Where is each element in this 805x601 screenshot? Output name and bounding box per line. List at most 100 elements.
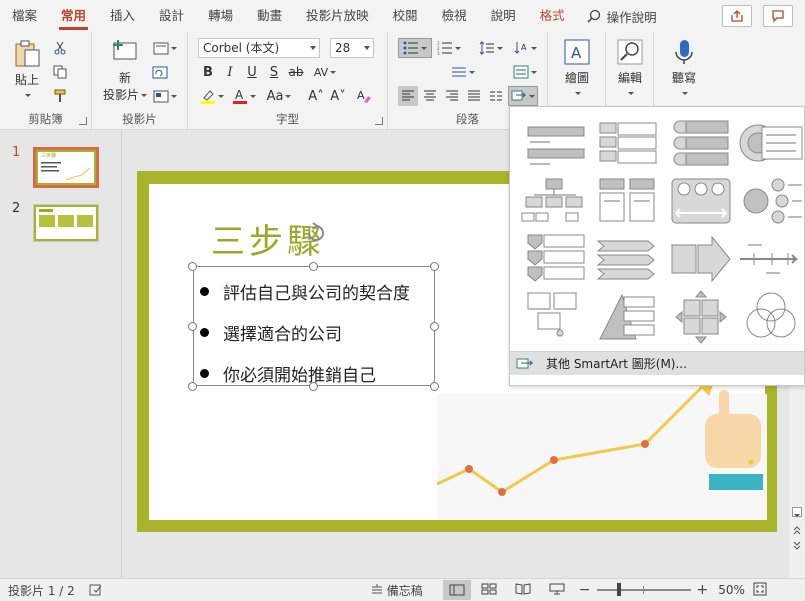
- reset-button[interactable]: [150, 62, 170, 82]
- font-name-combo[interactable]: Corbel (本文): [198, 38, 320, 58]
- zoom-level[interactable]: 50%: [718, 583, 745, 597]
- font-launcher[interactable]: [375, 117, 383, 125]
- slide-thumbnail-2[interactable]: [33, 204, 99, 242]
- shadow-button[interactable]: S: [264, 62, 284, 82]
- bullet-item-1[interactable]: 評估自己與公司的契合度: [200, 279, 410, 304]
- smartart-radial-list[interactable]: [736, 173, 805, 229]
- change-case-button[interactable]: Aa: [264, 86, 294, 106]
- bullet-item-3[interactable]: 你必須開始推銷自己: [200, 361, 376, 386]
- tab-slideshow[interactable]: 投影片放映: [294, 0, 381, 32]
- tab-animations[interactable]: 動畫: [245, 0, 294, 32]
- tab-format[interactable]: 格式: [528, 0, 577, 32]
- layout-button[interactable]: [150, 38, 180, 58]
- smartart-rounded-list[interactable]: [666, 115, 736, 171]
- fit-to-window-button[interactable]: [753, 582, 767, 599]
- slideshow-button[interactable]: [549, 583, 565, 598]
- clipboard-launcher[interactable]: [79, 117, 87, 125]
- font-size-combo[interactable]: 28: [330, 38, 374, 58]
- rotate-handle-icon[interactable]: [305, 222, 327, 244]
- zoom-in-button[interactable]: +: [697, 582, 709, 598]
- smartart-cycle-matrix[interactable]: [666, 289, 736, 345]
- previous-slide-button[interactable]: [793, 526, 801, 539]
- smartart-horizontal-chevron-list[interactable]: [592, 231, 662, 287]
- zoom-out-button[interactable]: −: [579, 582, 591, 598]
- accessibility-check-icon[interactable]: [89, 583, 103, 597]
- italic-button[interactable]: I: [220, 62, 240, 82]
- align-right-button[interactable]: [442, 86, 462, 106]
- justify-button[interactable]: [464, 86, 484, 106]
- tell-me[interactable]: 操作說明: [587, 7, 657, 26]
- smartart-table-hierarchy[interactable]: [592, 173, 662, 229]
- paste-button[interactable]: 貼上: [8, 38, 46, 102]
- smartart-convert-active-button[interactable]: [508, 86, 538, 106]
- scroll-down-button[interactable]: [792, 507, 802, 517]
- resize-handle-left[interactable]: [188, 322, 197, 331]
- resize-handle-top-left[interactable]: [188, 262, 197, 271]
- editing-button[interactable]: 編輯: [611, 38, 649, 100]
- decrease-font-button[interactable]: A˅: [328, 86, 348, 106]
- line-spacing-button[interactable]: [476, 38, 506, 58]
- clear-formatting-button[interactable]: A: [354, 86, 374, 106]
- columns-button[interactable]: [486, 86, 506, 106]
- smartart-venn[interactable]: [736, 289, 805, 345]
- cut-button[interactable]: [50, 38, 70, 58]
- zoom-slider[interactable]: [596, 583, 691, 596]
- align-text-button[interactable]: [448, 62, 478, 82]
- copy-button[interactable]: [50, 62, 70, 82]
- notes-button[interactable]: 備忘稿: [371, 582, 423, 599]
- text-direction-button[interactable]: A: [510, 38, 540, 58]
- highlight-button[interactable]: [198, 86, 226, 106]
- smartart-pyramid-list[interactable]: [592, 289, 662, 345]
- underline-button[interactable]: U: [242, 62, 262, 82]
- bullet-text-box[interactable]: 評估自己與公司的契合度 選擇適合的公司 你必須開始推銷自己: [193, 266, 435, 386]
- dictate-button[interactable]: 聽寫: [664, 38, 704, 100]
- smartart-picture-list[interactable]: [520, 289, 590, 345]
- smartart-target-list[interactable]: [736, 115, 805, 171]
- share-button[interactable]: [722, 5, 752, 27]
- tab-view[interactable]: 檢視: [430, 0, 479, 32]
- smartart-arrow-process[interactable]: [666, 231, 736, 287]
- paste-dropdown-icon[interactable]: [25, 94, 31, 97]
- slide-thumbnail-1[interactable]: 三步驟: [33, 147, 99, 188]
- resize-handle-bottom-left[interactable]: [188, 382, 197, 391]
- resize-handle-right[interactable]: [430, 322, 439, 331]
- more-smartart-graphics-item[interactable]: 其他 SmartArt 圖形(M)...: [510, 351, 804, 375]
- character-spacing-button[interactable]: AV: [310, 62, 340, 82]
- tab-home[interactable]: 常用: [49, 0, 98, 32]
- reading-view-button[interactable]: [515, 582, 531, 598]
- resize-handle-bottom[interactable]: [309, 382, 318, 391]
- smartart-vertical-bullet-list[interactable]: [520, 115, 590, 171]
- resize-handle-bottom-right[interactable]: [430, 382, 439, 391]
- increase-font-button[interactable]: A˄: [306, 86, 326, 106]
- font-color-button[interactable]: A: [230, 86, 258, 106]
- align-center-button[interactable]: [420, 86, 440, 106]
- bold-button[interactable]: B: [198, 62, 218, 82]
- tab-review[interactable]: 校閱: [381, 0, 430, 32]
- tab-file[interactable]: 檔案: [0, 0, 49, 32]
- smartart-vertical-chevron-list[interactable]: [520, 231, 590, 287]
- smartart-hierarchy[interactable]: [520, 173, 590, 229]
- section-button[interactable]: [150, 86, 180, 106]
- drawing-button[interactable]: A 繪圖: [558, 38, 596, 100]
- tab-transitions[interactable]: 轉場: [196, 0, 245, 32]
- comments-button[interactable]: [763, 5, 793, 27]
- smartart-vertical-box-list[interactable]: [592, 115, 662, 171]
- format-painter-button[interactable]: [50, 86, 70, 106]
- tab-insert[interactable]: 插入: [98, 0, 147, 32]
- resize-handle-top-right[interactable]: [430, 262, 439, 271]
- convert-smartart-button[interactable]: [510, 62, 540, 82]
- tab-help[interactable]: 說明: [479, 0, 528, 32]
- next-slide-button[interactable]: [793, 541, 801, 554]
- new-slide-button[interactable]: 新 投影片: [100, 38, 150, 103]
- slide-sorter-button[interactable]: [481, 583, 497, 598]
- align-left-button[interactable]: [398, 86, 418, 106]
- smartart-timeline[interactable]: [736, 231, 805, 287]
- strikethrough-button[interactable]: ab: [286, 62, 306, 82]
- bullet-item-2[interactable]: 選擇適合的公司: [200, 320, 342, 345]
- numbering-button[interactable]: 123: [434, 38, 464, 58]
- normal-view-button[interactable]: [442, 580, 471, 600]
- bullets-button[interactable]: [398, 38, 432, 58]
- tab-design[interactable]: 設計: [147, 0, 196, 32]
- smartart-balance-columns[interactable]: [666, 173, 736, 229]
- zoom-slider-thumb[interactable]: [616, 583, 621, 596]
